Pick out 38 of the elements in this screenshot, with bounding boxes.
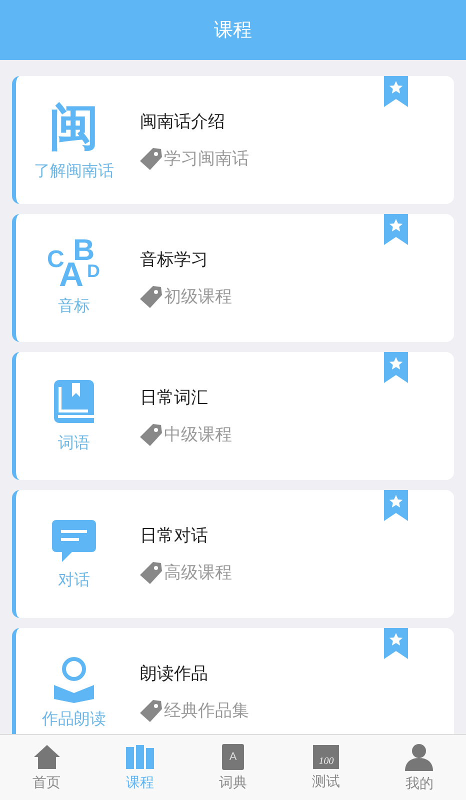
course-card[interactable]: 对话 日常对话 高级课程 — [12, 490, 454, 618]
course-tag: 经典作品集 — [164, 699, 249, 722]
course-card[interactable]: 词语 日常词汇 中级课程 — [12, 352, 454, 480]
dictionary-icon: A — [222, 744, 244, 770]
icon-caption: 对话 — [58, 570, 90, 590]
page-title: 课程 — [214, 18, 252, 43]
tag-icon — [140, 560, 162, 584]
bookmark-icon[interactable] — [384, 76, 408, 107]
bookmark-icon[interactable] — [384, 352, 408, 383]
glyph-icon: 闽 — [49, 98, 99, 154]
course-title: 闽南话介绍 — [140, 110, 226, 132]
person-icon — [404, 742, 434, 770]
tag-icon — [140, 422, 162, 446]
tag-icon — [140, 284, 162, 308]
course-title: 日常词汇 — [140, 386, 209, 408]
bookmark-icon[interactable] — [384, 628, 408, 659]
course-title: 音标学习 — [140, 248, 209, 270]
tab-button[interactable]: 100 测试 — [280, 735, 373, 800]
home-icon — [32, 744, 61, 770]
course-tag: 中级课程 — [164, 423, 232, 446]
chat-bubble-icon — [50, 518, 98, 564]
course-tag: 初级课程 — [164, 285, 232, 308]
course-card[interactable]: 闽 了解闽南话 闽南话介绍 学习闽南话 — [12, 76, 454, 204]
course-title: 朗读作品 — [140, 662, 209, 684]
test-paper-icon: 100 — [313, 744, 340, 768]
icon-caption: 了解闽南话 — [34, 160, 114, 182]
icon-caption: 作品朗读 — [42, 708, 106, 730]
icon-caption: 音标 — [58, 296, 90, 316]
course-tag: 学习闽南话 — [164, 147, 249, 170]
icon-caption: 词语 — [58, 432, 90, 454]
bookmark-icon[interactable] — [384, 490, 408, 521]
course-title: 日常对话 — [140, 524, 209, 546]
books-icon — [124, 744, 155, 770]
course-tag: 高级课程 — [164, 561, 232, 584]
bookmark-icon[interactable] — [384, 214, 408, 245]
course-card[interactable]: 作品朗读 朗读作品 经典作品集 — [12, 628, 454, 734]
tag-icon — [140, 698, 162, 722]
tag-icon — [140, 146, 162, 170]
